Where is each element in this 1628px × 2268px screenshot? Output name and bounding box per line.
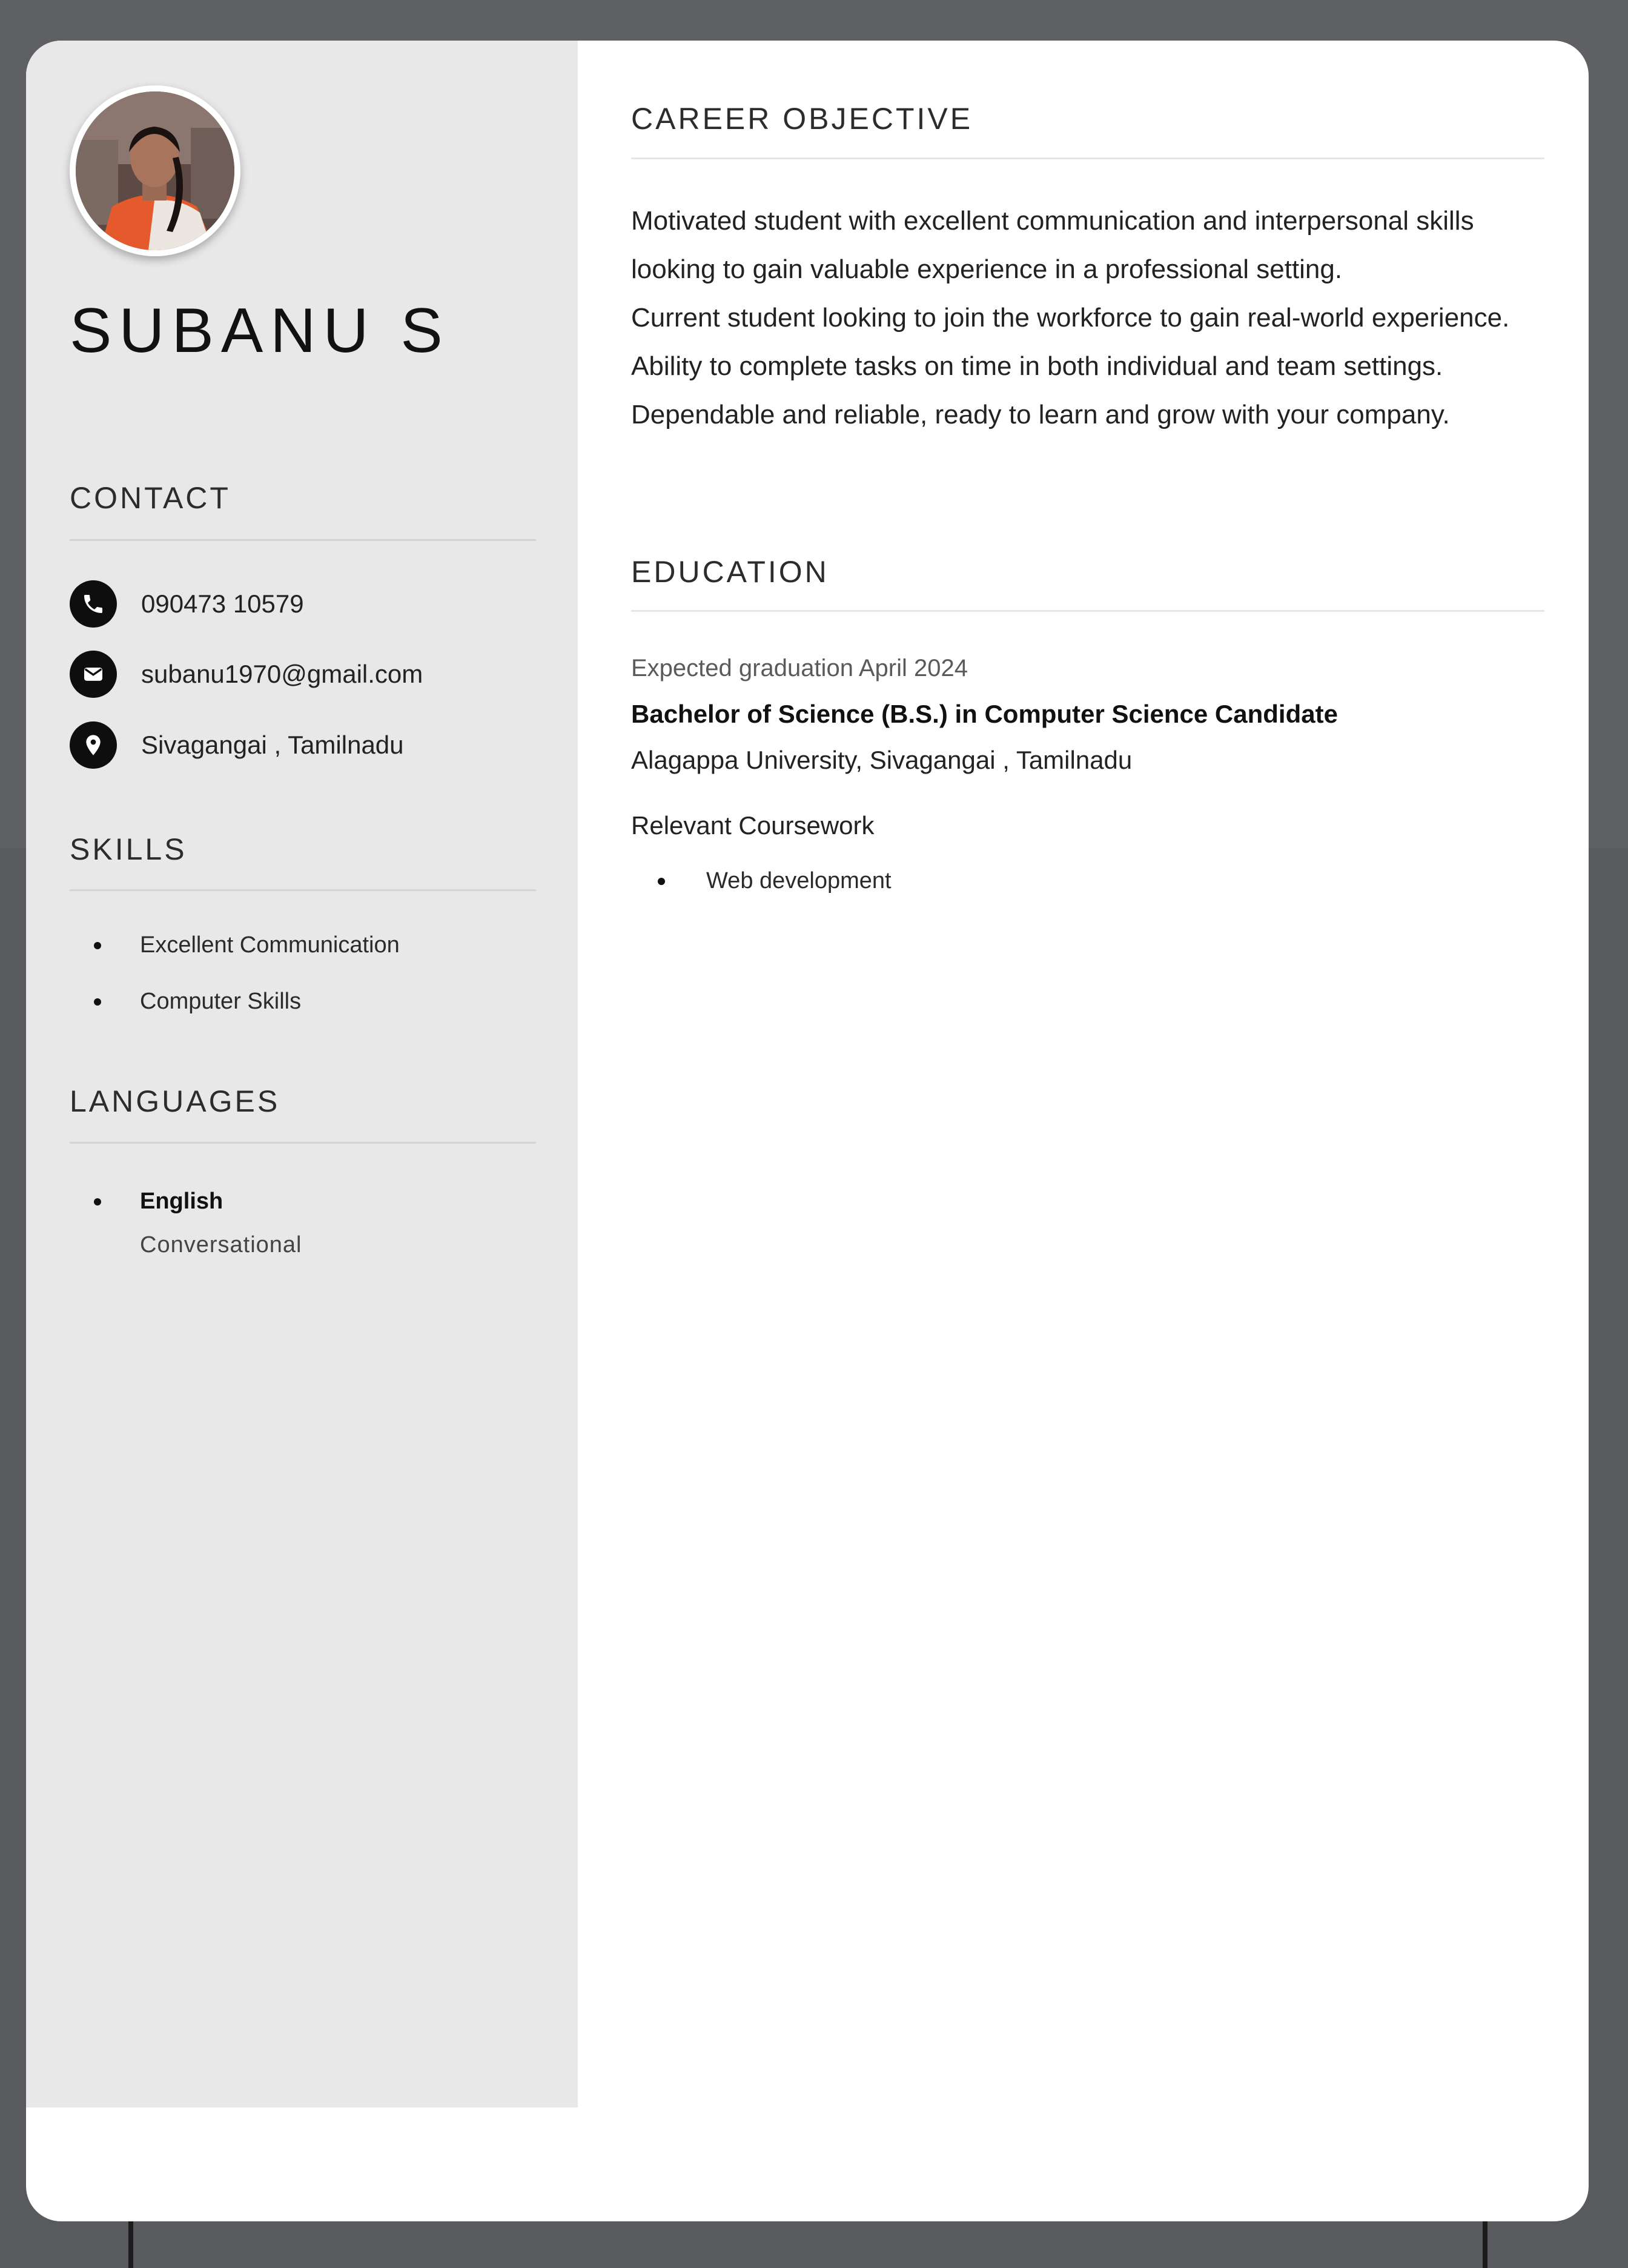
bullet-icon [94, 1198, 101, 1205]
resume-card: SUBANU S CONTACT 090473 10579 subanu1970… [26, 41, 1589, 2221]
objective-paragraph: Current student looking to join the work… [631, 303, 1510, 429]
coursework-title: Relevant Coursework [631, 811, 875, 840]
degree-title: Bachelor of Science (B.S.) in Computer S… [631, 700, 1338, 728]
bullet-icon [94, 998, 101, 1006]
contact-divider [70, 539, 536, 541]
sidebar: SUBANU S CONTACT 090473 10579 subanu1970… [26, 41, 578, 2107]
language-item: English [94, 1189, 223, 1215]
skill-text: Computer Skills [140, 989, 302, 1014]
profile-photo [76, 91, 234, 250]
contact-email: subanu1970@gmail.com [70, 651, 423, 698]
language-level: Conversational [140, 1232, 302, 1258]
bullet-icon [94, 941, 101, 949]
skills-divider [70, 889, 536, 891]
phone-number: 090473 10579 [141, 589, 304, 618]
bullet-icon [658, 877, 665, 885]
graduation-date: Expected graduation April 2024 [631, 655, 968, 681]
education-heading: EDUCATION [631, 555, 829, 589]
email-address: subanu1970@gmail.com [141, 660, 423, 688]
languages-heading: LANGUAGES [70, 1084, 280, 1118]
map-pin-icon [70, 721, 117, 769]
education-divider [631, 610, 1544, 612]
skill-item: Computer Skills [94, 989, 301, 1015]
languages-divider [70, 1142, 536, 1144]
avatar [70, 85, 240, 256]
contact-heading: CONTACT [70, 481, 231, 515]
objective-paragraph: Motivated student with excellent communi… [631, 206, 1474, 284]
phone-icon [70, 580, 117, 628]
coursework-text: Web development [706, 868, 892, 894]
language-name: English [140, 1189, 223, 1214]
coursework-item: Web development [658, 868, 892, 894]
contact-phone: 090473 10579 [70, 580, 304, 628]
skills-heading: SKILLS [70, 832, 187, 866]
objective-divider [631, 158, 1544, 159]
objective-text: Motivated student with excellent communi… [631, 197, 1552, 439]
objective-heading: CAREER OBJECTIVE [631, 102, 973, 136]
mail-icon [70, 651, 117, 698]
candidate-name: SUBANU S [70, 296, 450, 366]
skill-item: Excellent Communication [94, 932, 400, 958]
university-name: Alagappa University, Sivagangai , Tamiln… [631, 746, 1133, 774]
contact-location: Sivagangai , Tamilnadu [70, 721, 404, 769]
location-text: Sivagangai , Tamilnadu [141, 731, 404, 759]
skill-text: Excellent Communication [140, 932, 400, 958]
